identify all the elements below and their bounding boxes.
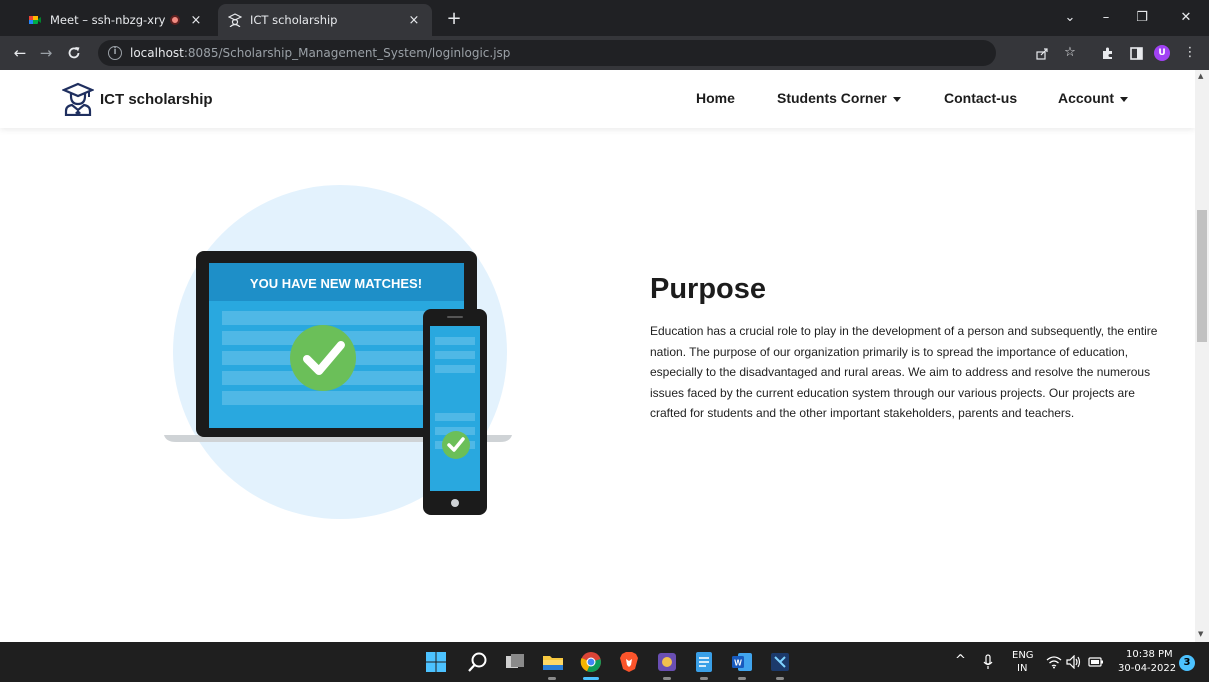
url-path: :8085/Scholarship_Management_System/logi… bbox=[183, 46, 511, 60]
site-info-icon[interactable]: i bbox=[108, 46, 122, 60]
scroll-up-icon[interactable]: ▲ bbox=[1198, 72, 1203, 80]
scroll-down-icon[interactable]: ▼ bbox=[1198, 630, 1203, 638]
url-host: localhost bbox=[130, 46, 184, 60]
tab-search-button[interactable]: ⌄ bbox=[1052, 6, 1088, 30]
purpose-heading: Purpose bbox=[650, 273, 767, 305]
nav-home-label: Home bbox=[696, 90, 735, 106]
address-bar[interactable]: i localhost:8085/Scholarship_Management_… bbox=[98, 40, 996, 66]
page-scrollbar[interactable]: ▲ ▼ bbox=[1195, 70, 1209, 642]
share-icon[interactable] bbox=[1030, 41, 1054, 65]
chrome-icon[interactable] bbox=[579, 650, 603, 674]
brand-logo[interactable]: ICT scholarship bbox=[62, 82, 213, 116]
graduate-logo-icon bbox=[62, 82, 94, 116]
brand-name: ICT scholarship bbox=[100, 90, 213, 108]
tab-title: ICT scholarship bbox=[250, 13, 338, 27]
wifi-icon[interactable] bbox=[1046, 655, 1062, 669]
phone-screen bbox=[430, 326, 480, 491]
notification-badge[interactable]: 3 bbox=[1179, 655, 1195, 671]
language-code[interactable]: ENG bbox=[1012, 650, 1034, 661]
side-panel-icon[interactable] bbox=[1124, 41, 1148, 65]
svg-text:W: W bbox=[734, 659, 742, 668]
browser-tab-strip: Meet – ssh-nbzg-xry × ICT scholarship × … bbox=[0, 0, 1209, 36]
file-explorer-icon[interactable] bbox=[541, 650, 565, 674]
notepad-icon[interactable] bbox=[692, 650, 716, 674]
language-region[interactable]: IN bbox=[1017, 663, 1027, 674]
windows-start-icon[interactable] bbox=[424, 650, 448, 674]
bookmark-star-icon[interactable]: ☆ bbox=[1058, 41, 1082, 65]
browser-toolbar: ← → i localhost:8085/Scholarship_Managem… bbox=[0, 36, 1209, 70]
reload-icon[interactable] bbox=[62, 41, 86, 65]
caret-down-icon bbox=[1120, 96, 1128, 102]
nav-students-corner-label: Students Corner bbox=[777, 90, 887, 106]
tab-ict-scholarship[interactable]: ICT scholarship × bbox=[218, 4, 432, 36]
search-icon[interactable] bbox=[466, 650, 490, 674]
clock-date[interactable]: 30-04-2022 bbox=[1118, 663, 1176, 674]
menu-kebab-icon[interactable]: ⋮ bbox=[1178, 41, 1202, 65]
tab-meet[interactable]: Meet – ssh-nbzg-xry × bbox=[18, 4, 214, 36]
back-icon[interactable]: ← bbox=[8, 41, 32, 65]
nav-students-corner[interactable]: Students Corner bbox=[777, 90, 901, 106]
tab-close-button[interactable]: × bbox=[406, 13, 422, 28]
page-viewport: ICT scholarship Home Students Corner Con… bbox=[0, 70, 1195, 642]
site-navbar: ICT scholarship Home Students Corner Con… bbox=[0, 70, 1195, 128]
brave-browser-icon[interactable] bbox=[617, 650, 641, 674]
microphone-icon[interactable] bbox=[982, 654, 994, 670]
tab-close-button[interactable]: × bbox=[188, 13, 204, 28]
nav-home[interactable]: Home bbox=[696, 90, 735, 106]
new-tab-button[interactable]: + bbox=[442, 8, 466, 32]
tray-overflow-icon[interactable]: ^ bbox=[955, 653, 966, 668]
clock-time[interactable]: 10:38 PM bbox=[1126, 649, 1173, 660]
remote-desktop-icon[interactable] bbox=[768, 650, 792, 674]
extensions-icon[interactable] bbox=[1096, 41, 1120, 65]
purpose-paragraph: Education has a crucial role to play in … bbox=[650, 324, 1158, 420]
nav-account-label: Account bbox=[1058, 90, 1114, 106]
windows-taskbar: W ^ ENG IN 10:38 PM 30-04-2022 3 bbox=[0, 642, 1209, 682]
tab-title: Meet – ssh-nbzg-xry bbox=[50, 13, 166, 27]
profile-avatar[interactable]: U bbox=[1154, 45, 1170, 61]
illustration-caption: YOU HAVE NEW MATCHES! bbox=[250, 276, 422, 291]
caret-down-icon bbox=[892, 96, 901, 102]
app-launcher-icon[interactable] bbox=[655, 650, 679, 674]
word-icon[interactable]: W bbox=[730, 650, 754, 674]
restore-button[interactable]: ❐ bbox=[1124, 6, 1160, 30]
recording-indicator-icon bbox=[170, 15, 180, 25]
nav-contact-us[interactable]: Contact-us bbox=[944, 90, 1017, 106]
matches-illustration: YOU HAVE NEW MATCHES! bbox=[164, 185, 512, 519]
close-window-button[interactable]: ✕ bbox=[1168, 6, 1204, 30]
battery-icon[interactable] bbox=[1088, 656, 1104, 668]
nav-account[interactable]: Account bbox=[1058, 90, 1128, 106]
big-check-circle bbox=[290, 325, 356, 391]
google-meet-icon bbox=[29, 16, 41, 24]
scrollbar-thumb[interactable] bbox=[1197, 210, 1207, 342]
minimize-button[interactable]: – bbox=[1088, 6, 1124, 30]
volume-icon[interactable] bbox=[1066, 655, 1082, 669]
phone-home-button bbox=[451, 499, 459, 507]
nav-contact-us-label: Contact-us bbox=[944, 90, 1018, 106]
graduate-icon bbox=[228, 13, 242, 27]
task-view-icon[interactable] bbox=[503, 650, 527, 674]
forward-icon[interactable]: → bbox=[34, 41, 58, 65]
